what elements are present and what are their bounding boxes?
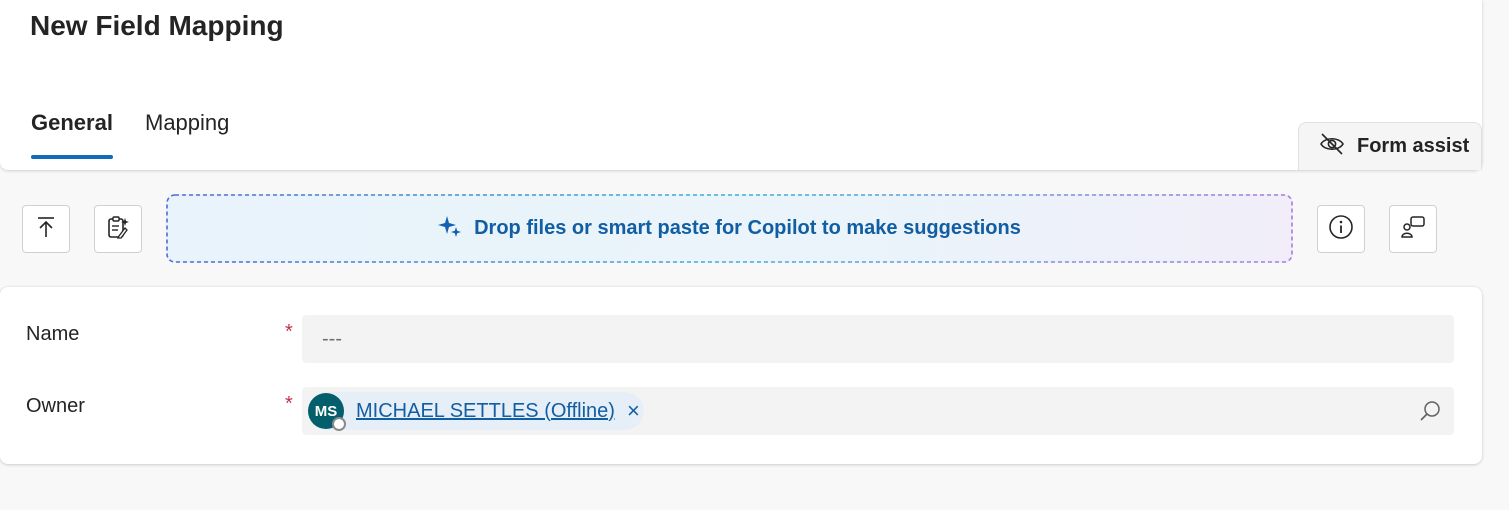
upload-button[interactable] [22,205,70,253]
owner-label: Owner [26,395,85,417]
chat-button[interactable] [1389,205,1437,253]
required-marker: * [285,393,293,415]
upload-icon [34,215,58,244]
avatar: MS [308,393,346,431]
copilot-dropzone[interactable]: Drop files or smart paste for Copilot to… [166,194,1293,263]
form-header: New Field Mapping General Mapping Form a… [0,0,1482,170]
info-button[interactable] [1317,205,1365,253]
name-input[interactable]: --- [302,315,1454,363]
page-title: New Field Mapping [30,10,284,41]
general-section: Name * --- Owner * MS MICHAEL SETTLES (O… [0,287,1482,464]
avatar-initials: MS [314,402,338,420]
owner-link[interactable]: MICHAEL SETTLES (Offline) [356,400,615,423]
smart-paste-button[interactable] [94,205,142,253]
owner-chip: MS MICHAEL SETTLES (Offline) × [308,392,644,431]
required-marker: * [285,321,293,343]
chat-icon [1400,214,1426,245]
name-label: Name [26,323,80,345]
tab-mapping[interactable]: Mapping [145,110,229,162]
info-icon [1328,214,1354,245]
owner-lookup[interactable]: MS MICHAEL SETTLES (Offline) × [302,387,1454,435]
search-icon[interactable] [1418,399,1442,428]
form-assist-button[interactable]: Form assist [1298,122,1482,170]
remove-owner-button[interactable]: × [627,400,640,422]
smart-paste-icon [105,214,131,245]
form-assist-label: Form assist [1357,135,1470,157]
presence-offline-icon [332,417,346,431]
tab-general[interactable]: General [31,110,113,162]
eye-off-icon [1319,131,1345,163]
